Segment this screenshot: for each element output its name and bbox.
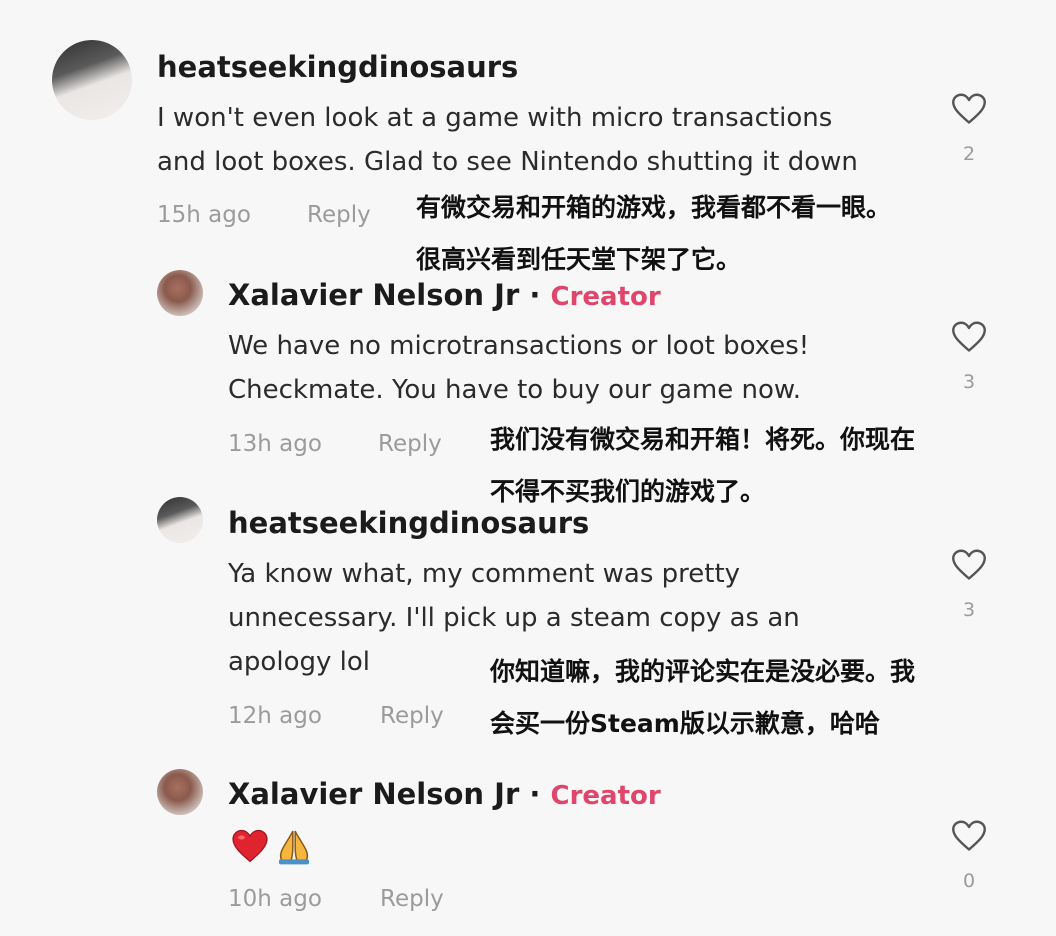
- like-count: 2: [962, 143, 976, 165]
- reply-button[interactable]: Reply: [307, 202, 371, 228]
- comment-timestamp: 10h ago: [228, 886, 322, 912]
- like-count: 3: [962, 371, 976, 393]
- like-heart-icon[interactable]: [951, 320, 987, 354]
- translation-line: 我们没有微交易和开箱！将死。你现在: [490, 425, 916, 454]
- comment-line: I won't even look at a game with micro t…: [157, 103, 833, 133]
- like-heart-icon[interactable]: [951, 819, 987, 853]
- like-count: 3: [962, 599, 976, 621]
- folded-hands-emoji-icon: [279, 830, 309, 865]
- translation-line: 有微交易和开箱的游戏，我看都不看一眼。: [416, 193, 892, 222]
- comment-timestamp: 12h ago: [228, 703, 322, 729]
- comment-line: Checkmate. You have to buy our game now.: [228, 375, 801, 405]
- comment-username[interactable]: heatseekingdinosaurs: [228, 506, 589, 540]
- separator-dot: ·: [529, 278, 541, 312]
- red-heart-emoji-icon: [232, 829, 268, 863]
- reply-button[interactable]: Reply: [380, 703, 444, 729]
- separator-dot: ·: [529, 777, 541, 811]
- like-heart-icon[interactable]: [951, 548, 987, 582]
- reply-button[interactable]: Reply: [378, 431, 442, 457]
- translation-text: 你知道嘛，我的评论实在是没必要。我 会买一份Steam版以示歉意，哈哈: [490, 646, 915, 750]
- reply-button[interactable]: Reply: [380, 886, 444, 912]
- comment-line: We have no microtransactions or loot box…: [228, 331, 810, 361]
- avatar[interactable]: [157, 769, 203, 815]
- avatar[interactable]: [157, 497, 203, 543]
- comment-text: I won't even look at a game with micro t…: [157, 96, 858, 184]
- comment-username[interactable]: heatseekingdinosaurs: [157, 50, 518, 84]
- comment-line: unnecessary. I'll pick up a steam copy a…: [228, 603, 800, 633]
- translation-text: 有微交易和开箱的游戏，我看都不看一眼。 很高兴看到任天堂下架了它。: [416, 182, 891, 286]
- comment-username[interactable]: Xalavier Nelson Jr · Creator: [228, 278, 661, 312]
- comment-line: Ya know what, my comment was pretty: [228, 559, 741, 589]
- creator-badge: Creator: [550, 282, 661, 312]
- like-count: 0: [962, 870, 976, 892]
- comment-timestamp: 13h ago: [228, 431, 322, 457]
- username-text[interactable]: Xalavier Nelson Jr: [228, 777, 519, 811]
- comment-username[interactable]: Xalavier Nelson Jr · Creator: [228, 777, 661, 811]
- username-text[interactable]: Xalavier Nelson Jr: [228, 278, 519, 312]
- like-heart-icon[interactable]: [951, 92, 987, 126]
- creator-badge: Creator: [550, 781, 661, 811]
- translation-text: 我们没有微交易和开箱！将死。你现在 不得不买我们的游戏了。: [490, 414, 915, 518]
- comment-timestamp: 15h ago: [157, 202, 251, 228]
- comment-text: We have no microtransactions or loot box…: [228, 324, 809, 412]
- translation-line: 你知道嘛，我的评论实在是没必要。我: [490, 657, 916, 686]
- avatar[interactable]: [157, 270, 203, 316]
- avatar[interactable]: [52, 40, 132, 120]
- comment-line: and loot boxes. Glad to see Nintendo shu…: [157, 147, 858, 177]
- translation-line: 会买一份Steam版以示歉意，哈哈: [490, 709, 880, 738]
